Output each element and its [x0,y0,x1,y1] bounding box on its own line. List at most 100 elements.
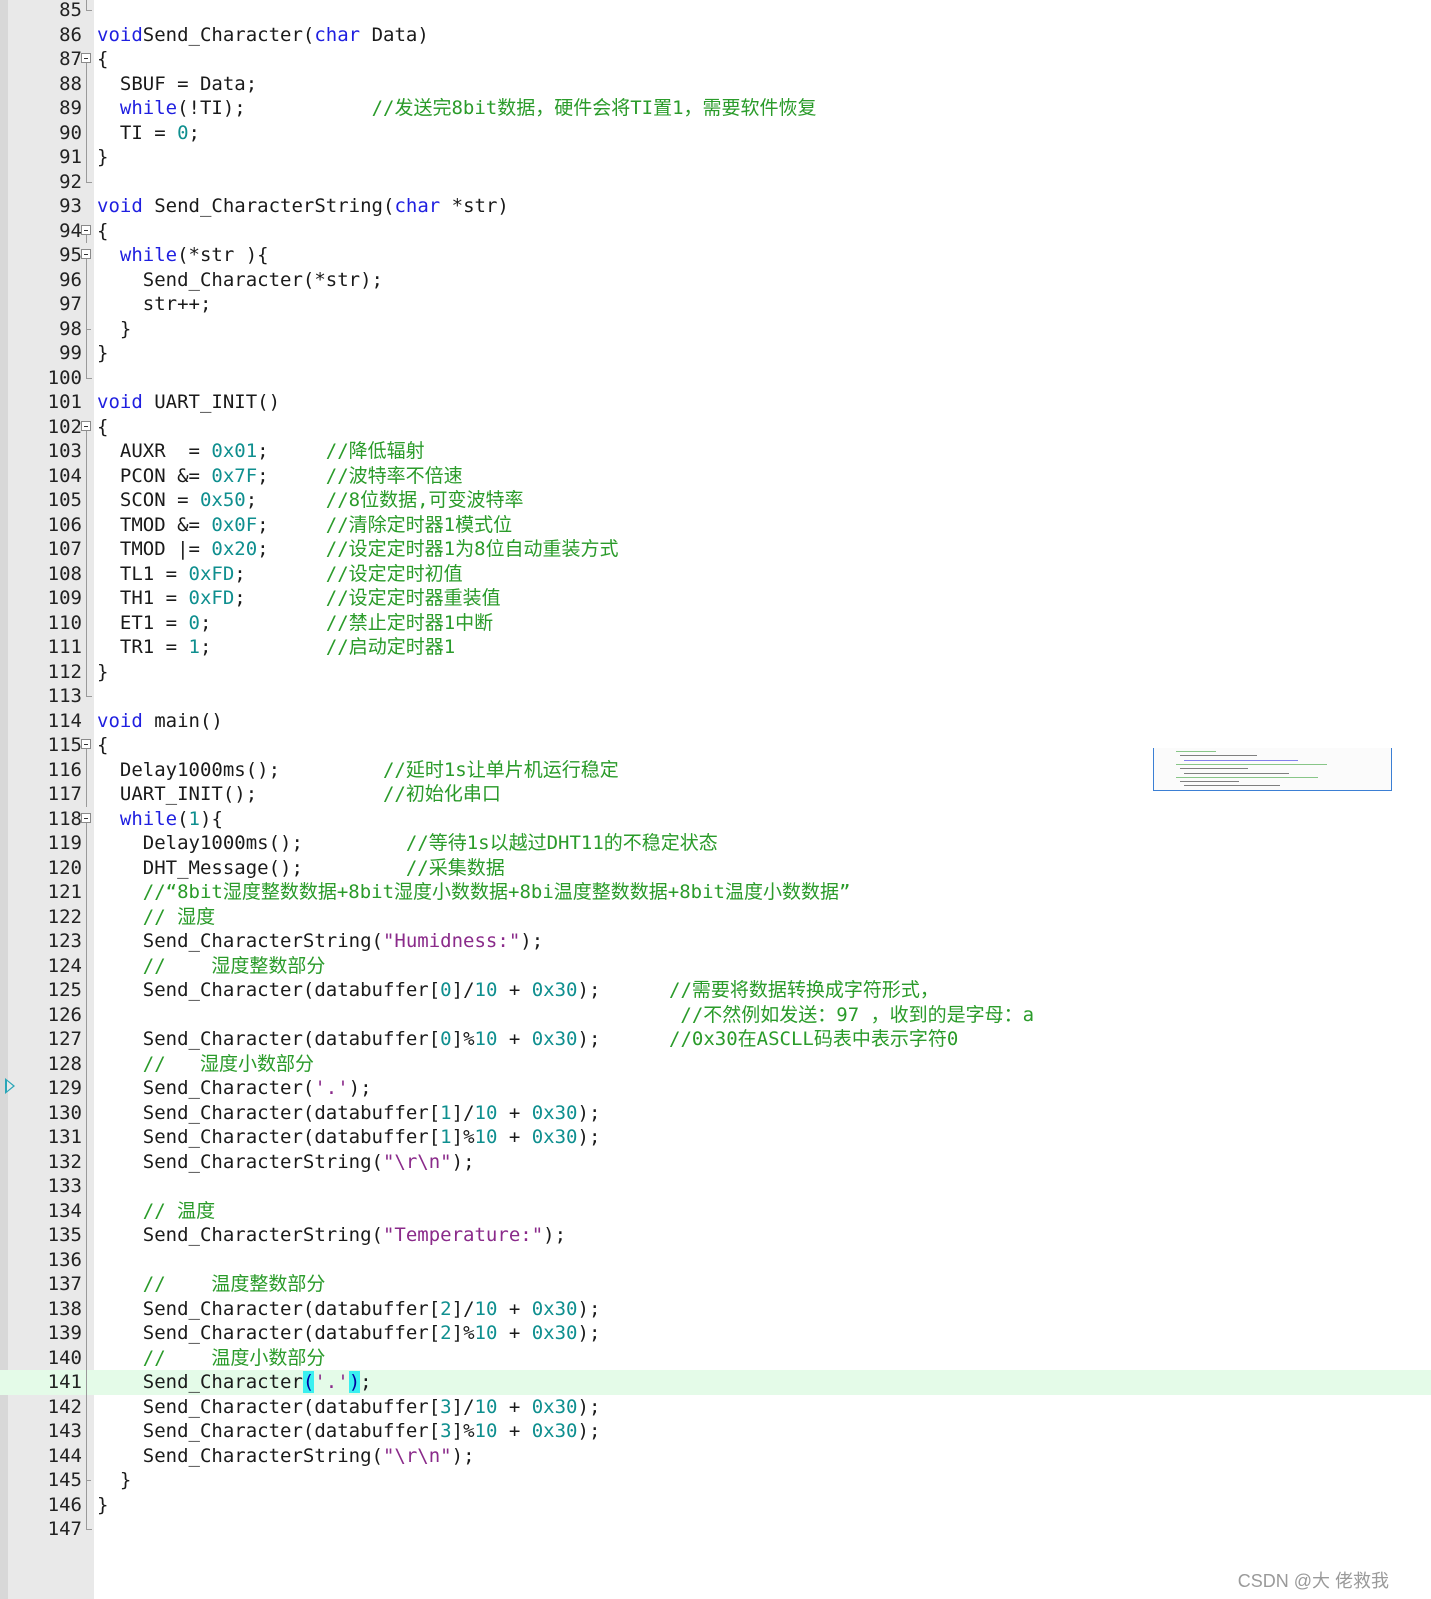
code-line[interactable]: 120 DHT_Message(); //采集数据 [0,855,1431,880]
code-line[interactable]: 127 Send_Character(databuffer[0]%10 + 0x… [0,1027,1431,1052]
code-line[interactable]: 112} [0,659,1431,684]
fold-guide [80,659,94,684]
code-line[interactable]: 138 Send_Character(databuffer[2]/10 + 0x… [0,1296,1431,1321]
token: 10 [474,979,498,1001]
token: ]/ [451,1101,475,1124]
code-line[interactable]: 94 { [0,219,1431,243]
token: 0x0F [211,513,258,536]
code-line[interactable]: 133 [0,1174,1431,1199]
code-line[interactable]: 129 Send_Character('.'); [0,1076,1431,1101]
code-line[interactable]: 134 // 温度 [0,1198,1431,1223]
code-line[interactable]: 121 //“8bit湿度整数数据+8bit湿度小数数据+8bi温度整数数据+8… [0,880,1431,905]
code-line[interactable]: 105 SCON = 0x50; //8位数据,可变波特率 [0,488,1431,513]
code-line[interactable]: 100 [0,365,1431,391]
code-line[interactable]: 113 [0,684,1431,709]
token: PCON &= [97,464,212,487]
token: //波特率不倍速 [325,464,463,487]
code-line[interactable]: 104 PCON &= 0x7F; //波特率不倍速 [0,463,1431,488]
code-line[interactable]: 128 // 湿度小数部分 [0,1051,1431,1076]
code-line[interactable]: 136 [0,1247,1431,1272]
code-line[interactable]: 146} [0,1492,1431,1517]
code-line[interactable]: 103 AUXR = 0x01; //降低辐射 [0,439,1431,464]
code-line[interactable]: 107 TMOD |= 0x20; //设定定时器1为8位自动重装方式 [0,537,1431,562]
code-line[interactable]: 109 TH1 = 0xFD; //设定定时器重装值 [0,586,1431,611]
fold-toggle-icon[interactable] [80,733,94,758]
code-line[interactable]: 87 { [0,47,1431,72]
token: UART_INIT() [142,391,281,413]
line-number: 142 [47,1395,82,1418]
code-line[interactable]: 137 // 温度整数部分 [0,1272,1431,1297]
code-line[interactable]: 95 while(*str ){ [0,243,1431,268]
code-text: { [97,47,108,72]
code-line[interactable]: 106 TMOD &= 0x0F; //清除定时器1模式位 [0,512,1431,537]
code-line[interactable]: 119 Delay1000ms(); //等待1s以越过DHT11的不稳定状态 [0,831,1431,856]
code-line[interactable]: 91} [0,145,1431,170]
code-line[interactable]: 90 TI = 0; [0,120,1431,145]
code-line[interactable]: 118 while(1){ [0,807,1431,831]
token: 3 [440,1395,452,1418]
line-number: 119 [47,832,82,854]
fold-guide [80,1517,94,1542]
code-line[interactable]: 142 Send_Character(databuffer[3]/10 + 0x… [0,1394,1431,1419]
minimap-preview[interactable] [1153,748,1392,791]
fold-toggle-icon[interactable] [80,47,94,72]
fold-guide [80,463,94,488]
code-line[interactable]: 108 TL1 = 0xFD; //设定定时初值 [0,561,1431,586]
line-number: 133 [47,1175,82,1197]
code-text: // 湿度 [97,905,215,930]
code-line[interactable]: 86 voidSend_Character(char Data) [0,23,1431,48]
token: 0 [188,611,200,634]
code-line[interactable]: 96 Send_Character(*str); [0,267,1431,292]
fold-toggle-icon[interactable] [80,807,94,831]
code-line[interactable]: 85 [0,0,1431,23]
fold-toggle-icon[interactable] [80,243,94,268]
code-text: Send_Character('.'); [97,1076,372,1101]
fold-toggle-icon[interactable] [80,219,94,243]
code-line[interactable]: 147 [0,1517,1431,1542]
code-line[interactable]: 143 Send_Character(databuffer[3]%10 + 0x… [0,1419,1431,1444]
token: Send_Character( [97,1077,315,1099]
code-line[interactable]: 132 Send_CharacterString("\r\n"); [0,1149,1431,1174]
token: ; [199,611,326,634]
code-line[interactable]: 123 Send_CharacterString("Humidness:"); [0,929,1431,954]
code-line[interactable]: 110 ET1 = 0; //禁止定时器1中断 [0,610,1431,635]
code-text: void UART_INIT() [97,390,280,415]
code-line[interactable]: 130 Send_Character(databuffer[1]/10 + 0x… [0,1100,1431,1125]
code-line[interactable]: 124 // 湿度整数部分 [0,953,1431,978]
code-line[interactable]: 88 SBUF = Data; [0,71,1431,96]
code-line[interactable]: 140 // 温度小数部分 [0,1345,1431,1370]
code-line[interactable]: 135 Send_CharacterString("Temperature:")… [0,1223,1431,1248]
code-line[interactable]: 144 Send_CharacterString("\r\n"); [0,1443,1431,1468]
code-line[interactable]: 102 { [0,415,1431,439]
code-line[interactable]: 141 Send_Character('.'); [0,1370,1431,1395]
token: //等待1s以越过DHT11的不稳定状态 [405,832,718,854]
token: 1 [440,1101,452,1124]
token: //需要将数据转换成字符形式， [669,979,939,1001]
code-text: void Send_CharacterString(char *str) [97,194,509,219]
line-number: 102 [47,415,82,438]
code-line[interactable]: 97 str++; [0,292,1431,317]
code-line[interactable]: 89 while(!TI); //发送完8bit数据，硬件会将TI置1，需要软件… [0,96,1431,121]
token: 1 [188,636,200,658]
code-text: { [97,733,108,758]
code-line[interactable]: 101 void UART_INIT() [0,390,1431,415]
code-line[interactable]: 99} [0,341,1431,366]
code-line[interactable]: 114 void main() [0,709,1431,734]
code-line[interactable]: 145 } [0,1468,1431,1493]
code-line[interactable]: 125 Send_Character(databuffer[0]/10 + 0x… [0,978,1431,1003]
code-line[interactable]: 122 // 湿度 [0,904,1431,930]
code-line[interactable]: 126 //不然例如发送：97 ，收到的是字母：a [0,1002,1431,1027]
fold-guide [80,757,94,782]
code-line[interactable]: 139 Send_Character(databuffer[2]%10 + 0x… [0,1321,1431,1346]
code-line[interactable]: 111 TR1 = 1; //启动定时器1 [0,635,1431,660]
code-editor[interactable]: 85 86 voidSend_Character(char Data) 87{88 S… [0,0,1431,1599]
code-line[interactable]: 131 Send_Character(databuffer[1]%10 + 0x… [0,1125,1431,1150]
code-line[interactable]: 93 void Send_CharacterString(char *str) [0,194,1431,219]
fold-toggle-icon[interactable] [80,415,94,439]
code-line[interactable]: 92 [0,169,1431,195]
token: + [497,1395,532,1418]
token: Send_CharacterString( [97,930,383,952]
code-line[interactable]: 98 } [0,316,1431,341]
fold-guide [80,1027,94,1052]
line-number: 125 [47,979,82,1001]
